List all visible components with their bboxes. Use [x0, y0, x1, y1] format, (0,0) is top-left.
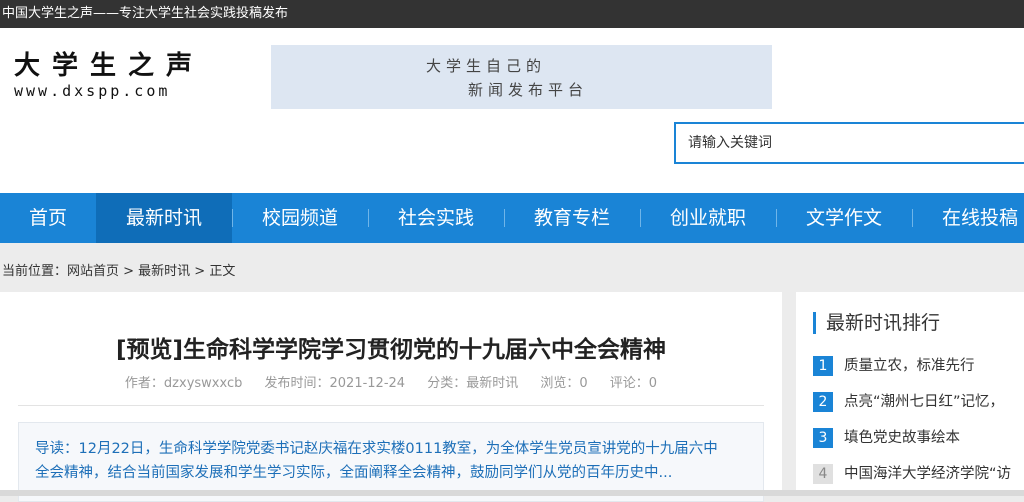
- news-ranking-panel: 最新时讯排行 1 质量立农，标准先行 2 点亮“潮州七日红”记忆， 3 填色党史…: [796, 292, 1024, 496]
- ranking-item[interactable]: 2 点亮“潮州七日红”记忆，: [813, 392, 1024, 414]
- search-input[interactable]: [674, 122, 1024, 164]
- ranking-item[interactable]: 3 填色党史故事绘本: [813, 428, 1024, 450]
- article-views: 浏览：0: [540, 376, 588, 391]
- breadcrumb: 当前位置：网站首页 > 最新时讯 > 正文: [2, 264, 236, 279]
- ranking-item-link[interactable]: 中国海洋大学经济学院“访: [844, 464, 1011, 484]
- rank-badge: 3: [813, 428, 833, 448]
- ranking-item[interactable]: 4 中国海洋大学经济学院“访: [813, 464, 1024, 486]
- nav-item-education[interactable]: 教育专栏: [504, 193, 640, 243]
- banner-line1: 大学生自己的: [426, 57, 547, 75]
- nav-item-literature[interactable]: 文学作文: [776, 193, 912, 243]
- ranking-item-link[interactable]: 填色党史故事绘本: [844, 428, 960, 448]
- article-meta: 作者：dzxyswxxcb 发布时间：2021-12-24 分类：最新时讯 浏览…: [0, 372, 782, 391]
- nav-item-social-practice[interactable]: 社会实践: [368, 193, 504, 243]
- rank-badge: 4: [813, 464, 833, 484]
- logo-text-en: www.dxspp.com: [14, 82, 171, 100]
- header: 大学生之声 www.dxspp.com 大学生自己的 新闻发布平台: [0, 28, 1024, 193]
- nav-item-latest-news[interactable]: 最新时讯: [96, 193, 232, 243]
- ranking-item[interactable]: 1 质量立农，标准先行: [813, 356, 1024, 378]
- logo-text-cn: 大学生之声: [14, 51, 205, 81]
- summary-line: 导读：12月22日，生命科学学院党委书记赵庆福在求实楼0111教室，为全体学生党…: [35, 441, 718, 457]
- site-slogan: 中国大学生之声——专注大学生社会实践投稿发布: [2, 6, 289, 21]
- ranking-item-link[interactable]: 质量立农，标准先行: [844, 356, 975, 376]
- rank-badge: 2: [813, 392, 833, 412]
- rank-badge: 1: [813, 356, 833, 376]
- meta-divider: [18, 405, 764, 406]
- article-comments: 评论：0: [609, 376, 658, 391]
- article-title: [预览]生命科学学院学习贯彻党的十九届六中全会精神: [115, 337, 667, 363]
- nav-item-submit[interactable]: 在线投稿: [912, 193, 1024, 243]
- nav-item-campus[interactable]: 校园频道: [232, 193, 368, 243]
- main-nav: 首页 最新时讯 校园频道 社会实践 教育专栏 创业就职 文学作文 在线投稿: [0, 193, 1024, 243]
- nav-item-career[interactable]: 创业就职: [640, 193, 776, 243]
- top-bar: 中国大学生之声——专注大学生社会实践投稿发布: [0, 0, 1024, 28]
- article-panel: [预览]生命科学学院学习贯彻党的十九届六中全会精神 作者：dzxyswxxcb …: [0, 292, 782, 502]
- banner-line2: 新闻发布平台: [468, 81, 589, 99]
- ranking-item-link[interactable]: 点亮“潮州七日红”记忆，: [844, 392, 1004, 412]
- article-category[interactable]: 分类：最新时讯: [427, 376, 518, 391]
- nav-item-home[interactable]: 首页: [0, 193, 96, 243]
- article-author: 作者：dzxyswxxcb: [124, 376, 243, 391]
- article-date: 发布时间：2021-12-24: [264, 376, 406, 391]
- summary-line: 全会精神，结合当前国家发展和学生学习实际，全面阐释全会精神，鼓励同学们从党的百年…: [35, 465, 673, 481]
- header-banner: 大学生自己的 新闻发布平台: [271, 45, 772, 109]
- ranking-title: 最新时讯排行: [813, 312, 940, 334]
- site-logo[interactable]: 大学生之声 www.dxspp.com: [14, 50, 204, 100]
- scroll-edge: [0, 490, 1024, 496]
